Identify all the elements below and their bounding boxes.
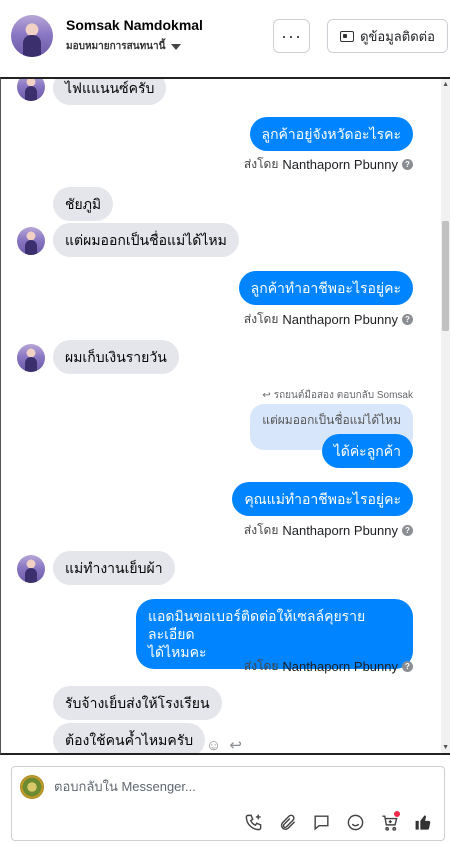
paperclip-icon[interactable] [276,811,298,833]
sender-avatar [17,555,45,583]
more-options-button[interactable]: ··· [273,19,310,53]
contact-name[interactable]: Somsak Namdokmal [66,17,203,33]
reply-arrow-icon: ↩ [262,390,271,401]
assign-conversation-dropdown[interactable]: มอบหมายการสนทนานี้ [66,39,182,54]
caret-down-icon [171,43,182,50]
message-composer [11,766,445,841]
sent-by-prefix: ส่งโดย [243,523,279,537]
incoming-message[interactable]: ต้องใช้คนค้ำไหมครับ [53,723,206,753]
outgoing-message[interactable]: คุณแม่ทำอาชีพอะไรอยู่คะ [232,482,413,516]
message-actions: ☺ ↩ [206,736,242,754]
sent-by-line: ส่งโดย Nanthaporn Pbunny ? [244,310,413,329]
message-thread[interactable]: ไฟแแนนซ์ครับ ลูกค้าอยู่จังหวัดอะไรคะ ส่ง… [0,77,450,755]
question-mark-icon[interactable]: ? [402,159,413,170]
view-contact-info-label: ดูข้อมูลติดต่อ [360,28,435,44]
contact-card-icon [340,30,355,42]
sender-avatar [17,344,45,372]
sent-by-name: Nanthaporn Pbunny [282,523,398,538]
reply-header-text: รถยนต์มือสอง ตอบกลับ Somsak [273,390,413,401]
scrollbar[interactable]: ▲ ▼ [441,79,450,753]
sent-by-line: ส่งโดย Nanthaporn Pbunny ? [244,521,413,540]
scroll-thumb[interactable] [442,221,449,331]
incoming-message[interactable]: ชัยภูมิ [53,187,114,221]
reply-header: ↩ รถยนต์มือสอง ตอบกลับ Somsak [262,388,413,403]
notification-dot [394,811,400,817]
sent-by-prefix: ส่งโดย [243,659,279,673]
contact-avatar[interactable] [11,15,53,57]
shopping-cart-icon[interactable] [378,811,400,833]
question-mark-icon[interactable]: ? [402,661,413,672]
reply-input[interactable] [54,779,424,794]
sender-avatar [17,79,45,101]
scroll-up-icon[interactable]: ▲ [442,81,449,88]
sent-by-name: Nanthaporn Pbunny [282,659,398,674]
sent-by-name: Nanthaporn Pbunny [282,312,398,327]
more-horizontal-icon: ··· [281,25,302,46]
conversation-header: Somsak Namdokmal มอบหมายการสนทนานี้ ··· … [0,0,450,76]
reply-arrow-icon[interactable]: ↩ [229,736,242,753]
outgoing-message[interactable]: ลูกค้าอยู่จังหวัดอะไรคะ [249,117,413,151]
outgoing-message[interactable]: ลูกค้าทำอาชีพอะไรอยู่คะ [238,271,413,305]
incoming-message[interactable]: รับจ้างเย็บส่งให้โรงเรียน [53,686,222,720]
incoming-message[interactable]: แต่ผมออกเป็นชื่อแม่ได้ไหม [53,223,239,257]
incoming-message[interactable]: ผมเก็บเงินรายวัน [53,340,179,374]
phone-icon[interactable] [242,811,264,833]
view-contact-info-button[interactable]: ดูข้อมูลติดต่อ [327,19,448,53]
sender-avatar [17,227,45,255]
question-mark-icon[interactable]: ? [402,314,413,325]
sent-by-name: Nanthaporn Pbunny [282,157,398,172]
chat-bubble-icon[interactable] [310,811,332,833]
sent-by-prefix: ส่งโดย [243,312,279,326]
sent-by-prefix: ส่งโดย [243,157,279,171]
assign-label: มอบหมายการสนทนานี้ [66,41,166,52]
sent-by-line: ส่งโดย Nanthaporn Pbunny ? [244,657,413,676]
message-line: แอดมินขอเบอร์ติดต่อให้เซลล์คุยรายละเอียด [148,608,366,642]
emoji-icon[interactable]: ☺ [206,737,221,754]
thumbs-up-icon[interactable] [412,811,434,833]
outgoing-message[interactable]: ได้ค่ะลูกค้า [321,434,413,468]
sent-by-line: ส่งโดย Nanthaporn Pbunny ? [244,155,413,174]
composer-toolbar [242,811,434,833]
emoji-icon[interactable] [344,811,366,833]
incoming-message[interactable]: ไฟแแนนซ์ครับ [53,79,167,105]
page-avatar [20,775,44,799]
question-mark-icon[interactable]: ? [402,525,413,536]
incoming-message[interactable]: แม่ทำงานเย็บผ้า [53,551,175,585]
scroll-down-icon[interactable]: ▼ [442,744,449,751]
